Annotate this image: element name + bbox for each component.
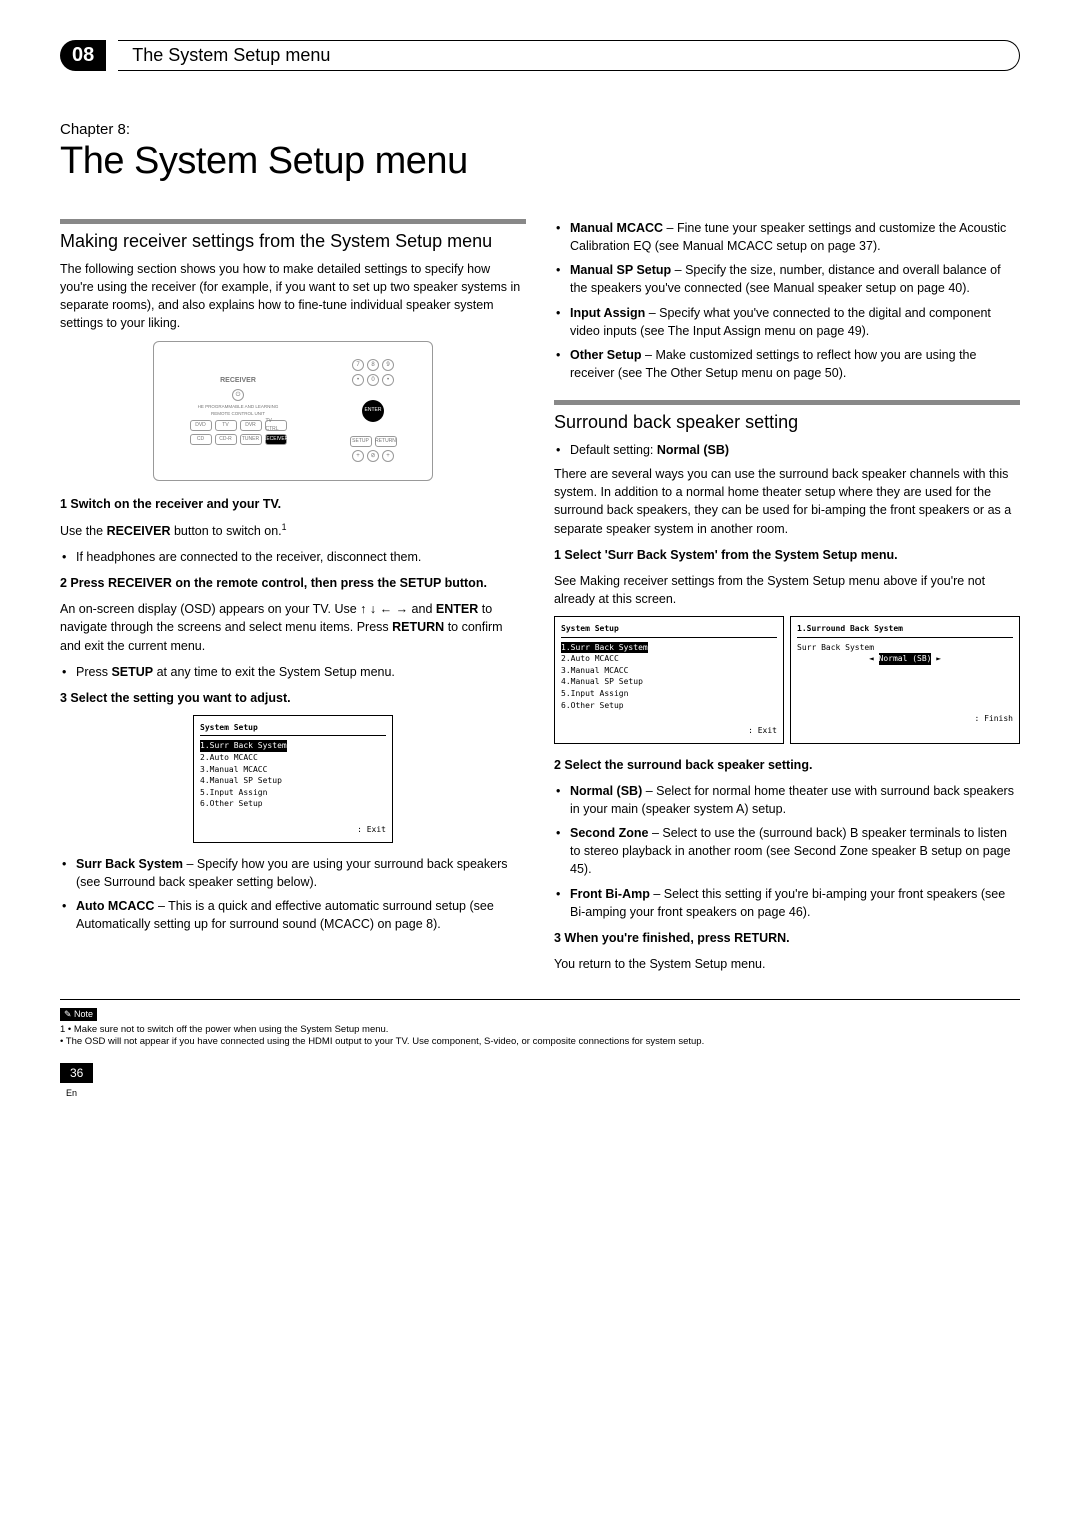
remote-btn: DVR: [240, 420, 262, 431]
num-btn: •: [352, 374, 364, 386]
footnote-section: Note 1 • Make sure not to switch off the…: [60, 999, 1020, 1049]
return-button: RETURN: [375, 436, 397, 447]
bullet-item: Second Zone – Select to use the (surroun…: [554, 824, 1020, 878]
page-number: 36: [60, 1063, 93, 1083]
step-body: An on-screen display (OSD) appears on yo…: [60, 600, 526, 654]
plus-icon: +: [352, 450, 364, 462]
left-column: Making receiver settings from the System…: [60, 211, 526, 981]
page-header: 08 The System Setup menu: [60, 40, 1020, 71]
osd-item: 4.Manual SP Setup: [200, 775, 386, 787]
osd-footer: : Exit: [200, 824, 386, 836]
bullet-item: Input Assign – Specify what you've conne…: [554, 304, 1020, 340]
step-body: See Making receiver settings from the Sy…: [554, 572, 1020, 608]
enter-button: ENTER: [362, 400, 384, 422]
step-heading: 3 Select the setting you want to adjust.: [60, 689, 526, 707]
step-heading: 3 When you're finished, press RETURN.: [554, 929, 1020, 947]
receiver-button: RECEIVER: [265, 434, 287, 445]
osd-label: Surr Back System: [797, 642, 1013, 654]
remote-btn: TV: [215, 420, 237, 431]
chapter-label: Chapter 8:: [60, 121, 1020, 138]
right-column: Manual MCACC – Fine tune your speaker se…: [554, 211, 1020, 981]
step-heading: 1 Select 'Surr Back System' from the Sys…: [554, 546, 1020, 564]
osd-screenshot: System Setup 1.Surr Back System 2.Auto M…: [554, 616, 784, 744]
step-body: Use the RECEIVER button to switch on.1: [60, 521, 526, 540]
remote-btn: DVD: [190, 420, 212, 431]
bullet-item: Normal (SB) – Select for normal home the…: [554, 782, 1020, 818]
bullet-item: If headphones are connected to the recei…: [60, 548, 526, 566]
intro-paragraph: The following section shows you how to m…: [60, 260, 526, 333]
num-btn: 9: [382, 359, 394, 371]
osd-value: Normal (SB): [879, 653, 932, 665]
paragraph: There are several ways you can use the s…: [554, 465, 1020, 538]
osd-item: 6.Other Setup: [200, 798, 386, 810]
osd-item: 5.Input Assign: [200, 787, 386, 799]
setup-button: SETUP: [350, 436, 372, 447]
osd-footer: : Exit: [561, 725, 777, 737]
page-title: The System Setup menu: [60, 140, 1020, 183]
num-btn: •: [382, 374, 394, 386]
num-btn: 8: [367, 359, 379, 371]
bullet-item: Front Bi-Amp – Select this setting if yo…: [554, 885, 1020, 921]
mute-icon: ⊘: [367, 450, 379, 462]
remote-btn: TV CTRL: [265, 420, 287, 431]
osd-title: System Setup: [200, 722, 386, 737]
step-body: You return to the System Setup menu.: [554, 955, 1020, 973]
osd-screenshot: 1.Surround Back System Surr Back System …: [790, 616, 1020, 744]
footnote: 1 • Make sure not to switch off the powe…: [60, 1024, 1020, 1036]
footnote: • The OSD will not appear if you have co…: [60, 1036, 1020, 1048]
default-setting: Default setting: Normal (SB): [554, 441, 1020, 459]
note-label: Note: [60, 1008, 97, 1021]
osd-screenshot: System Setup 1.Surr Back System 2.Auto M…: [193, 715, 393, 843]
osd-item: 2.Auto MCACC: [561, 653, 777, 665]
step-heading: 2 Select the surround back speaker setti…: [554, 756, 1020, 774]
osd-pair: System Setup 1.Surr Back System 2.Auto M…: [554, 616, 1020, 744]
chapter-number-badge: 08: [60, 40, 106, 71]
osd-item: 2.Auto MCACC: [200, 752, 386, 764]
osd-title: 1.Surround Back System: [797, 623, 1013, 638]
osd-item: 4.Manual SP Setup: [561, 676, 777, 688]
plus-icon: +: [382, 450, 394, 462]
num-btn: 0: [367, 374, 379, 386]
section-heading: Making receiver settings from the System…: [60, 219, 526, 254]
osd-footer: : Finish: [797, 713, 1013, 725]
section-heading: Surround back speaker setting: [554, 400, 1020, 435]
osd-item: 3.Manual MCACC: [200, 764, 386, 776]
bullet-item: Other Setup – Make customized settings t…: [554, 346, 1020, 382]
bullet-item: Auto MCACC – This is a quick and effecti…: [60, 897, 526, 933]
osd-item: 3.Manual MCACC: [561, 665, 777, 677]
remote-btn: TUNER: [240, 434, 262, 445]
osd-item-selected: 1.Surr Back System: [200, 740, 287, 752]
dpad: ENTER: [351, 389, 395, 433]
bullet-item: Surr Back System – Specify how you are u…: [60, 855, 526, 891]
step-heading: 1 Switch on the receiver and your TV.: [60, 495, 526, 513]
bullet-item: Manual SP Setup – Specify the size, numb…: [554, 261, 1020, 297]
language-code: En: [66, 1088, 77, 1098]
num-btn: 7: [352, 359, 364, 371]
header-title: The System Setup menu: [118, 40, 1020, 71]
osd-title: System Setup: [561, 623, 777, 638]
bullet-item: Manual MCACC – Fine tune your speaker se…: [554, 219, 1020, 255]
osd-item: 6.Other Setup: [561, 700, 777, 712]
page-footer: 36 En: [60, 1063, 1020, 1101]
power-icon: ⏻: [232, 389, 244, 401]
bullet-item: Press SETUP at any time to exit the Syst…: [60, 663, 526, 681]
remote-btn: CD: [190, 434, 212, 445]
remote-btn: CD-R: [215, 434, 237, 445]
receiver-label: RECEIVER: [220, 376, 256, 386]
osd-item-selected: 1.Surr Back System: [561, 642, 648, 654]
step-heading: 2 Press RECEIVER on the remote control, …: [60, 574, 526, 592]
osd-item: 5.Input Assign: [561, 688, 777, 700]
remote-control-illustration: RECEIVER ⏻ HE PROGRAMMABLE AND LEARNINGR…: [153, 341, 433, 481]
